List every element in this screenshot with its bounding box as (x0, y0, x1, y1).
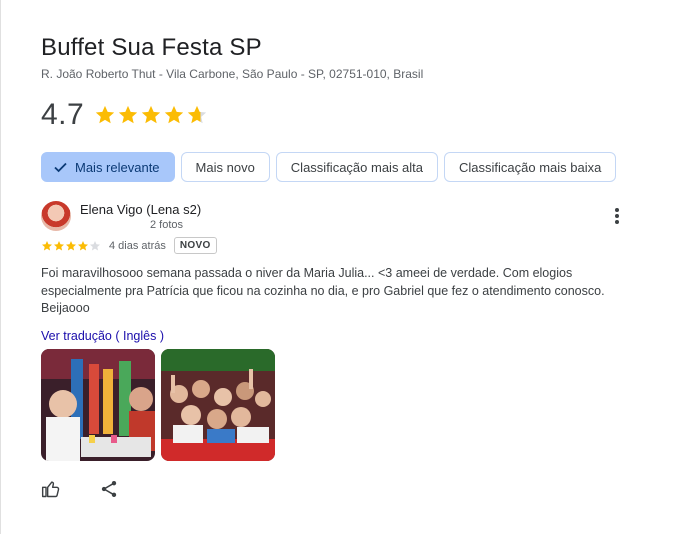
star-icon (165, 105, 184, 124)
review-text-line: especialmente pra Patrícia que ficou na … (41, 283, 605, 298)
review-actions (41, 479, 157, 499)
review-date: 4 dias atrás (109, 239, 166, 252)
review-text-line: Foi maravilhosooo semana passada o niver… (41, 266, 573, 280)
star-icon (90, 240, 100, 250)
place-title: Buffet Sua Festa SP (41, 34, 262, 61)
rating-summary: 4.7 (41, 98, 209, 132)
translate-link[interactable]: Ver tradução ( Inglês ) (41, 329, 164, 343)
review-text: Foi maravilhosooo semana passada o niver… (41, 265, 631, 318)
party-photo-image (161, 349, 275, 461)
more-vert-icon[interactable] (611, 207, 623, 227)
sort-chips: Mais relevante Mais novo Classificação m… (41, 152, 622, 182)
star-icon (54, 240, 64, 250)
review-stars (41, 240, 101, 252)
sort-chip-label: Classificação mais alta (290, 159, 424, 175)
check-icon (54, 162, 67, 172)
star-icon (142, 105, 161, 124)
sort-chip-mais-relevante[interactable]: Mais relevante (41, 152, 175, 182)
sort-chip-classificacao-mais-alta[interactable]: Classificação mais alta (275, 152, 439, 182)
review-text-line: Beijaooo (41, 301, 90, 315)
party-photo-image (41, 349, 155, 461)
review-photo-2[interactable] (161, 349, 275, 461)
rating-value: 4.7 (41, 98, 85, 131)
share-icon[interactable] (99, 479, 119, 499)
star-icon (119, 105, 138, 124)
star-icon (78, 240, 88, 250)
reviewer-photo-count: 2 fotos (150, 219, 184, 231)
star-icon (66, 240, 76, 250)
star-icon (42, 240, 52, 250)
star-icon (96, 105, 115, 124)
new-badge: NOVO (173, 237, 217, 254)
sort-chip-mais-novo[interactable]: Mais novo (180, 152, 270, 182)
sort-chip-classificacao-mais-baixa[interactable]: Classificação mais baixa (444, 152, 617, 182)
avatar[interactable] (41, 201, 71, 231)
review-meta: 4 dias atrás NOVO (41, 237, 217, 254)
review-photo-1[interactable] (41, 349, 155, 461)
reviewer-name[interactable]: Elena Vigo (Lena s2) (80, 202, 201, 217)
thumb-up-icon[interactable] (41, 479, 61, 499)
review-photos (41, 349, 281, 461)
sort-chip-label: Classificação mais baixa (459, 159, 602, 175)
rating-stars (94, 104, 209, 126)
sort-chip-label: Mais novo (195, 159, 255, 175)
sort-chip-label: Mais relevante (75, 159, 160, 175)
star-icon (188, 105, 207, 124)
place-address: R. João Roberto Thut - Vila Carbone, São… (41, 67, 424, 81)
page-left-border (0, 0, 1, 534)
